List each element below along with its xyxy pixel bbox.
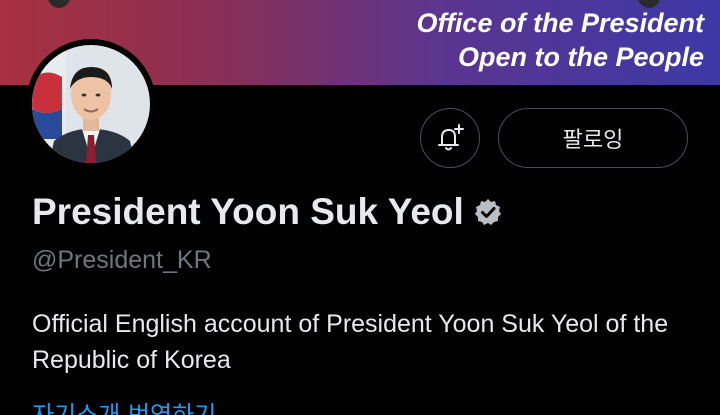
profile-bio: Official English account of President Yo… — [32, 310, 669, 374]
banner-decoration — [48, 0, 70, 8]
display-name: President Yoon Suk Yeol — [32, 191, 464, 232]
banner-caption: Office of the President Open to the Peop… — [416, 6, 704, 74]
avatar[interactable] — [26, 39, 156, 169]
verified-badge-icon[interactable] — [474, 198, 502, 226]
profile-screen: Office of the President Open to the Peop… — [0, 0, 720, 415]
profile-handle: @President_KR — [32, 246, 212, 274]
avatar-portrait — [28, 41, 154, 167]
banner-line-2: Open to the People — [457, 42, 704, 72]
name-row: President Yoon Suk Yeol — [32, 188, 502, 236]
verified-badge-shape — [474, 199, 501, 225]
notification-button[interactable] — [420, 108, 480, 168]
bell-plus-icon — [438, 124, 464, 151]
translate-bio-link[interactable]: 자기소개 번역하기 — [32, 398, 216, 415]
following-button[interactable]: 팔로잉 — [498, 108, 688, 168]
banner-line-1: Office of the President — [416, 8, 704, 38]
